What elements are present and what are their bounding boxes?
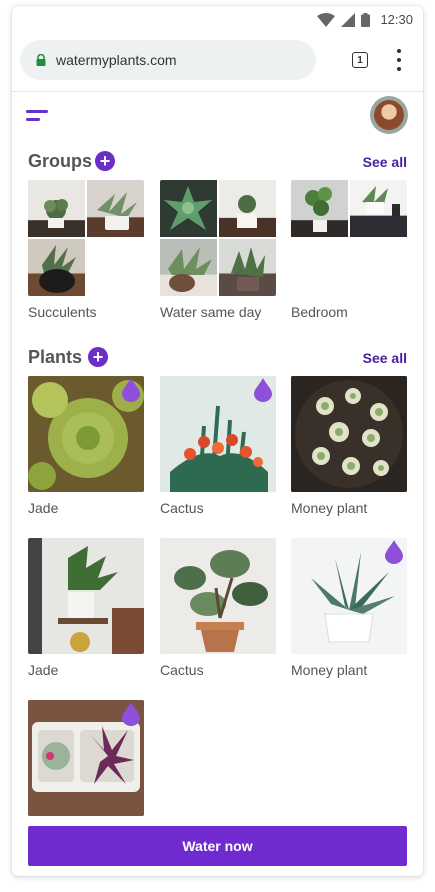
lock-icon bbox=[36, 54, 46, 66]
water-drop-icon bbox=[385, 540, 403, 564]
groups-see-all-link[interactable]: See all bbox=[363, 154, 407, 170]
group-tile-bedroom[interactable] bbox=[291, 180, 407, 296]
plant-card[interactable] bbox=[28, 376, 144, 492]
plant-image bbox=[362, 186, 400, 216]
groups-title: Groups bbox=[28, 151, 93, 171]
status-bar: 12:30 bbox=[12, 6, 423, 32]
tab-switcher-button[interactable]: 1 bbox=[352, 52, 368, 68]
more-options-icon[interactable] bbox=[392, 49, 406, 71]
plant-name: Cactus bbox=[160, 662, 204, 678]
add-plant-button[interactable]: + bbox=[88, 347, 108, 367]
plant-name: Jade bbox=[28, 500, 59, 516]
address-bar[interactable]: watermyplants.com bbox=[20, 40, 316, 80]
plant-card[interactable] bbox=[291, 376, 407, 492]
plant-name: Jade bbox=[28, 662, 59, 678]
water-now-button[interactable]: Water now bbox=[28, 826, 407, 866]
succulent-image bbox=[237, 195, 257, 228]
plant-card[interactable] bbox=[160, 538, 276, 654]
group-caption: Bedroom bbox=[291, 304, 348, 320]
succulent-image bbox=[97, 192, 137, 230]
plant-card[interactable] bbox=[160, 376, 276, 492]
succulent-image bbox=[164, 186, 212, 230]
plant-card[interactable] bbox=[28, 700, 144, 816]
browser-toolbar: watermyplants.com 1 bbox=[12, 36, 423, 92]
group-caption: Succulents bbox=[28, 304, 97, 320]
plants-title: Plants bbox=[28, 347, 83, 367]
plant-image bbox=[291, 376, 407, 492]
plant-name: Cactus bbox=[160, 500, 204, 516]
succulent-image bbox=[168, 247, 212, 292]
cell-signal-icon bbox=[341, 12, 356, 27]
water-drop-icon bbox=[122, 378, 140, 402]
water-drop-icon bbox=[254, 378, 272, 402]
plants-see-all-link[interactable]: See all bbox=[363, 350, 407, 366]
add-group-button[interactable]: + bbox=[95, 151, 115, 171]
plant-name: Money plant bbox=[291, 500, 368, 516]
succulent-image bbox=[39, 245, 76, 293]
avatar[interactable] bbox=[370, 96, 408, 134]
succulent-image bbox=[44, 199, 68, 228]
status-icons: 12:30 bbox=[317, 12, 413, 27]
menu-icon[interactable] bbox=[26, 110, 50, 124]
plant-image bbox=[160, 538, 276, 654]
group-caption: Water same day bbox=[160, 304, 262, 320]
plant-card[interactable] bbox=[291, 538, 407, 654]
succulent-image bbox=[231, 247, 265, 291]
group-tile-succulents[interactable] bbox=[28, 180, 144, 296]
plant-image bbox=[28, 538, 144, 654]
plant-card[interactable] bbox=[28, 538, 144, 654]
plant-image bbox=[305, 187, 332, 232]
phone-frame: 12:30 watermyplants.com 1 Groups + See a… bbox=[12, 6, 423, 876]
water-drop-icon bbox=[122, 702, 140, 726]
wifi-icon bbox=[317, 12, 336, 27]
url-text: watermyplants.com bbox=[56, 52, 177, 68]
status-time: 12:30 bbox=[380, 12, 413, 27]
plant-name: Money plant bbox=[291, 662, 368, 678]
battery-icon bbox=[361, 12, 371, 27]
group-tile-water-same-day[interactable] bbox=[160, 180, 276, 296]
